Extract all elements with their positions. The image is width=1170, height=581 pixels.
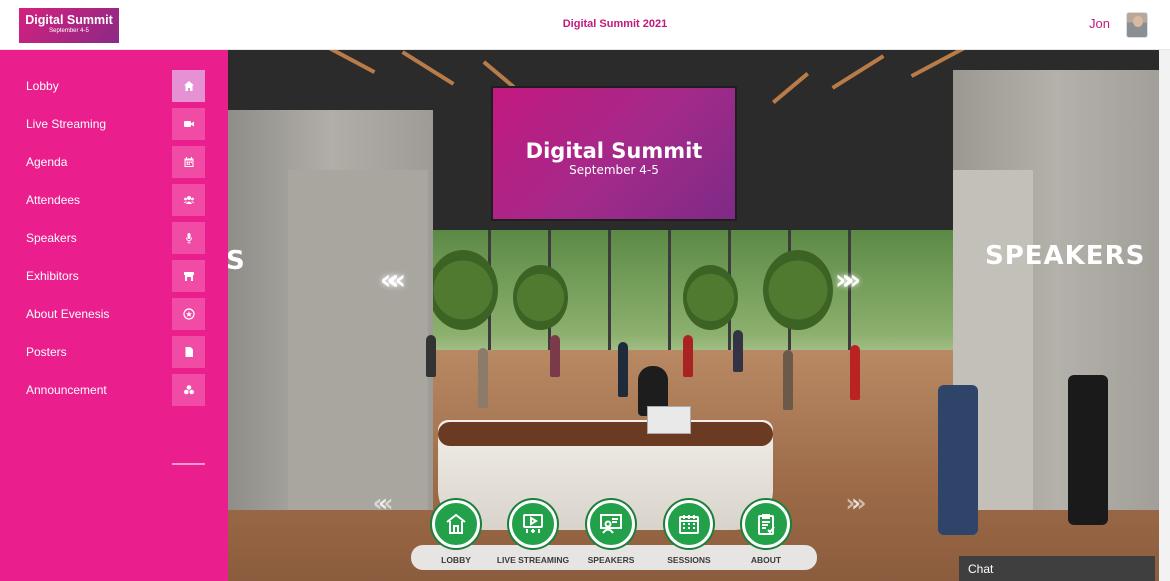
attendee-figure xyxy=(478,348,488,408)
chat-tab[interactable]: Chat xyxy=(959,556,1155,581)
sidebar-item-label: About Evenesis xyxy=(26,307,110,321)
sidebar-item-label: Lobby xyxy=(26,79,59,93)
attendee-figure xyxy=(1068,375,1108,525)
sidebar-item-label: Agenda xyxy=(26,155,68,169)
desk-monitor xyxy=(647,406,691,434)
sidebar-item-agenda[interactable]: Agenda xyxy=(0,146,228,180)
dock-item-about[interactable]: ABOUT xyxy=(716,500,816,572)
sidebar-item-label: Attendees xyxy=(26,193,81,207)
sidebar-item-posters[interactable]: Posters xyxy=(0,336,228,370)
calendar-icon xyxy=(172,146,205,178)
sidebar-item-exhibitors[interactable]: Exhibitors xyxy=(0,260,228,294)
left-pillar-inner xyxy=(288,170,428,510)
left-area-sign[interactable]: S xyxy=(228,246,245,276)
video-camera-icon xyxy=(172,108,205,140)
logo-subtitle: September 4-5 xyxy=(49,28,89,34)
speakers-area-sign[interactable]: SPEAKERS xyxy=(985,241,1145,271)
scroll-left-arrow-icon[interactable]: «« xyxy=(348,488,408,518)
dock-label: ABOUT xyxy=(750,555,782,565)
stream-screen-icon xyxy=(509,500,557,548)
sidebar-item-label: Live Streaming xyxy=(26,117,107,131)
users-icon xyxy=(172,184,205,216)
attendee-figure xyxy=(783,350,793,410)
page-title: Digital Summit 2021 xyxy=(562,18,668,30)
scroll-right-arrow-icon[interactable]: »» xyxy=(821,488,881,518)
attendee-figure xyxy=(550,335,560,377)
tree xyxy=(683,265,738,330)
attendee-figure xyxy=(683,335,693,377)
file-icon xyxy=(172,336,205,368)
sidebar-item-attendees[interactable]: Attendees xyxy=(0,184,228,218)
announcement-icon xyxy=(172,374,205,406)
sidebar: Lobby Live Streaming Agenda Attendees Sp… xyxy=(0,50,228,581)
attendee-figure xyxy=(733,330,743,372)
event-logo[interactable]: Digital Summit September 4-5 xyxy=(19,8,119,43)
lobby-building-icon xyxy=(432,500,480,548)
tree xyxy=(428,250,498,330)
sidebar-item-speakers[interactable]: Speakers xyxy=(0,222,228,256)
badge-icon xyxy=(172,298,205,330)
sidebar-item-announcement[interactable]: Announcement xyxy=(0,374,228,408)
top-bar: Digital Summit September 4-5 Digital Sum… xyxy=(0,0,1170,50)
sidebar-item-about-evenesis[interactable]: About Evenesis xyxy=(0,298,228,332)
reception-desk-top xyxy=(438,422,773,446)
attendee-figure xyxy=(426,335,436,377)
vertical-scrollbar[interactable] xyxy=(1159,50,1170,581)
screen-subtitle: September 4-5 xyxy=(569,163,659,177)
sidebar-item-label: Exhibitors xyxy=(26,269,79,283)
booth-icon xyxy=(172,260,205,292)
navigate-left-arrow-icon[interactable]: «« xyxy=(358,263,418,296)
attendee-figure xyxy=(850,345,860,400)
calendar-grid-icon xyxy=(665,500,713,548)
chat-label: Chat xyxy=(968,562,994,576)
microphone-icon xyxy=(172,222,205,254)
sidebar-item-label: Posters xyxy=(26,345,67,359)
sidebar-item-label: Speakers xyxy=(26,231,77,245)
navigate-right-arrow-icon[interactable]: »» xyxy=(813,263,873,296)
attendee-figure xyxy=(938,385,978,535)
sidebar-item-live-streaming[interactable]: Live Streaming xyxy=(0,108,228,142)
sidebar-item-label: Announcement xyxy=(26,383,107,397)
clipboard-check-icon xyxy=(742,500,790,548)
attendee-figure xyxy=(618,342,628,397)
screen-title: Digital Summit xyxy=(525,139,703,163)
user-name[interactable]: Jon xyxy=(1089,16,1110,31)
presenter-icon xyxy=(587,500,635,548)
logo-title: Digital Summit xyxy=(25,13,113,27)
home-icon xyxy=(172,70,205,102)
sidebar-divider xyxy=(172,463,205,465)
sidebar-item-lobby[interactable]: Lobby xyxy=(0,70,228,104)
event-display-screen: Digital Summit September 4-5 xyxy=(491,86,737,221)
avatar[interactable] xyxy=(1126,12,1148,38)
virtual-lobby-scene[interactable]: Digital Summit September 4-5 S SPEAKERS … xyxy=(228,50,1159,581)
tree xyxy=(513,265,568,330)
